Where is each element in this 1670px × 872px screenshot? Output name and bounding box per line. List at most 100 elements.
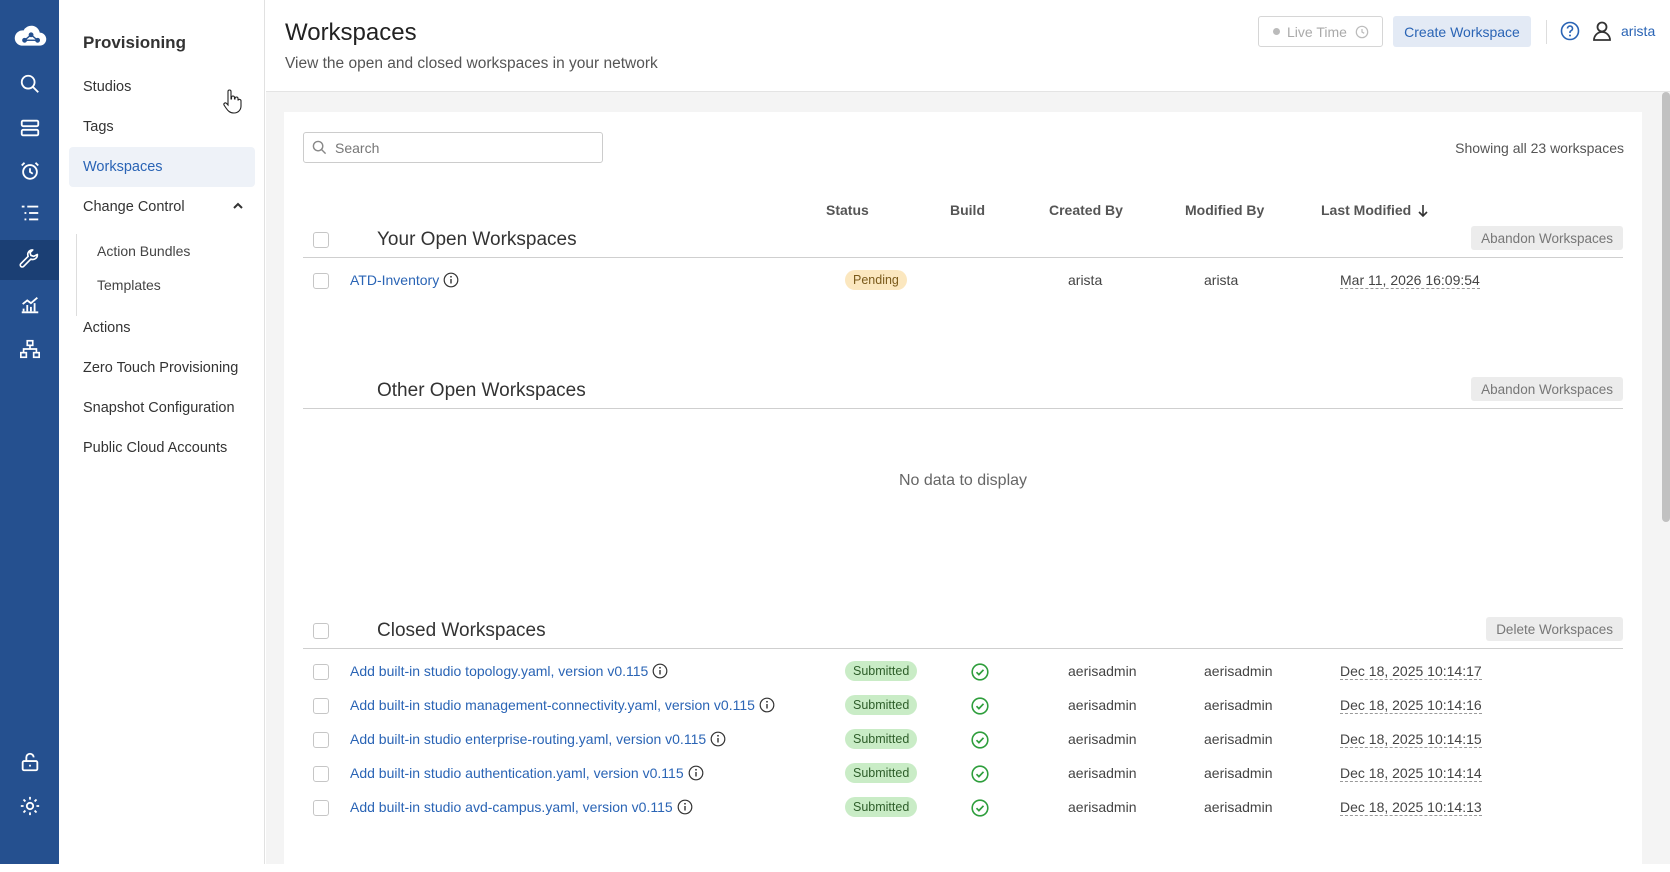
workspace-name[interactable]: Add built-in studio management-connectiv…	[350, 697, 755, 713]
workspace-name-link[interactable]: Add built-in studio avd-campus.yaml, ver…	[350, 799, 693, 815]
nav-item-templates[interactable]: Templates	[97, 277, 161, 293]
row-checkbox[interactable]	[313, 766, 329, 782]
workspace-name[interactable]: Add built-in studio authentication.yaml,…	[350, 765, 684, 781]
column-header-last-modified[interactable]: Last Modified	[1321, 202, 1429, 218]
section-closed-workspaces: Closed Workspaces Delete Workspaces	[303, 617, 1623, 649]
section-title: Your Open Workspaces	[377, 229, 577, 250]
nav-item-change-control-label: Change Control	[83, 199, 185, 215]
nav-item-snapshot-configuration[interactable]: Snapshot Configuration	[69, 388, 255, 428]
table-row[interactable]: Add built-in studio authentication.yaml,…	[303, 757, 1623, 791]
status-badge: Submitted	[845, 797, 918, 817]
column-header-build[interactable]: Build	[950, 202, 985, 218]
info-icon[interactable]	[759, 697, 775, 713]
build-success-icon	[971, 765, 989, 783]
search-input[interactable]	[333, 138, 583, 157]
build-success-icon	[971, 697, 989, 715]
info-icon[interactable]	[677, 799, 693, 815]
build-success-icon	[971, 731, 989, 749]
workspace-count: Showing all 23 workspaces	[1455, 140, 1624, 156]
nav-item-action-bundles[interactable]: Action Bundles	[97, 243, 190, 259]
nav-item-workspaces[interactable]: Workspaces	[69, 147, 255, 187]
info-icon[interactable]	[688, 765, 704, 781]
workspace-name-link[interactable]: ATD-Inventory	[350, 272, 459, 288]
delete-workspaces-button[interactable]: Delete Workspaces	[1486, 617, 1623, 641]
live-time-label: Live Time	[1287, 23, 1347, 40]
row-checkbox[interactable]	[313, 732, 329, 748]
user-icon[interactable]	[1591, 20, 1613, 42]
provisioning-nav: Provisioning Studios Tags Workspaces Cha…	[59, 0, 265, 864]
topology-icon[interactable]	[0, 329, 59, 369]
nav-item-actions[interactable]: Actions	[69, 308, 255, 348]
modified-by: aerisadmin	[1204, 799, 1273, 815]
help-icon[interactable]	[1560, 21, 1580, 41]
workspace-name-link[interactable]: Add built-in studio management-connectiv…	[350, 697, 775, 713]
last-modified: Dec 18, 2025 10:14:15	[1340, 731, 1482, 748]
nav-item-change-control[interactable]: Change Control	[69, 187, 255, 227]
row-checkbox[interactable]	[313, 698, 329, 714]
cloud-logo-icon[interactable]	[0, 17, 59, 57]
table-row[interactable]: Add built-in studio management-connectiv…	[303, 689, 1623, 723]
column-header-created-by[interactable]: Created By	[1049, 202, 1123, 218]
create-workspace-button[interactable]: Create Workspace	[1393, 16, 1531, 47]
table-row[interactable]: Add built-in studio avd-campus.yaml, ver…	[303, 791, 1623, 825]
column-header-modified-by[interactable]: Modified By	[1185, 202, 1264, 218]
search-icon	[312, 140, 327, 155]
gear-icon[interactable]	[0, 786, 59, 826]
row-checkbox[interactable]	[313, 664, 329, 680]
last-modified: Mar 11, 2026 16:09:54	[1340, 272, 1480, 289]
live-time-button[interactable]: Live Time	[1258, 16, 1383, 47]
select-all-checkbox[interactable]	[313, 232, 329, 248]
workspace-name[interactable]: ATD-Inventory	[350, 272, 439, 288]
created-by: aerisadmin	[1068, 765, 1137, 781]
workspace-name[interactable]: Add built-in studio topology.yaml, versi…	[350, 663, 648, 679]
column-header-status[interactable]: Status	[826, 202, 869, 218]
nav-title: Provisioning	[83, 33, 186, 52]
search-icon[interactable]	[0, 64, 59, 104]
workspace-name[interactable]: Add built-in studio avd-campus.yaml, ver…	[350, 799, 673, 815]
modified-by: aerisadmin	[1204, 663, 1273, 679]
table-row[interactable]: ATD-Inventory Pending arista arista Mar 11, …	[303, 264, 1623, 298]
last-modified: Dec 18, 2025 10:14:13	[1340, 799, 1482, 816]
workspace-name-link[interactable]: Add built-in studio topology.yaml, versi…	[350, 663, 668, 679]
search-box[interactable]	[303, 132, 603, 163]
workspaces-card: Showing all 23 workspaces Status Build C…	[284, 112, 1642, 872]
table-row[interactable]: Add built-in studio enterprise-routing.y…	[303, 723, 1623, 757]
user-name-link[interactable]: arista	[1621, 23, 1655, 39]
unlock-icon[interactable]	[0, 742, 59, 782]
header-divider	[1546, 20, 1547, 44]
icon-rail	[0, 0, 59, 864]
events-list-icon[interactable]	[0, 193, 59, 233]
abandon-workspaces-button[interactable]: Abandon Workspaces	[1471, 226, 1623, 250]
section-title: Closed Workspaces	[377, 620, 546, 641]
row-checkbox[interactable]	[313, 273, 329, 289]
workspace-name-link[interactable]: Add built-in studio enterprise-routing.y…	[350, 731, 726, 747]
row-checkbox[interactable]	[313, 800, 329, 816]
dashboard-chart-icon[interactable]	[0, 285, 59, 325]
wrench-icon[interactable]	[0, 240, 59, 280]
build-success-icon	[971, 799, 989, 817]
section-your-open-workspaces: Your Open Workspaces Abandon Workspaces	[303, 226, 1623, 258]
workspace-name[interactable]: Add built-in studio enterprise-routing.y…	[350, 731, 706, 747]
workspace-name-link[interactable]: Add built-in studio authentication.yaml,…	[350, 765, 704, 781]
modified-by: aerisadmin	[1204, 731, 1273, 747]
page-title: Workspaces	[285, 19, 417, 46]
empty-state-text: No data to display	[898, 472, 1028, 489]
status-badge: Submitted	[845, 729, 918, 749]
nav-item-public-cloud-accounts[interactable]: Public Cloud Accounts	[69, 428, 255, 468]
modified-by: aerisadmin	[1204, 697, 1273, 713]
abandon-workspaces-button[interactable]: Abandon Workspaces	[1471, 377, 1623, 401]
devices-icon[interactable]	[0, 108, 59, 148]
info-icon[interactable]	[443, 272, 459, 288]
info-icon[interactable]	[710, 731, 726, 747]
submenu-divider	[76, 234, 77, 316]
page-header: Workspaces View the open and closed work…	[266, 0, 1670, 92]
select-all-checkbox[interactable]	[313, 623, 329, 639]
content-area: Showing all 23 workspaces Status Build C…	[266, 92, 1670, 872]
section-other-open-workspaces: Other Open Workspaces Abandon Workspaces	[303, 377, 1623, 409]
scrollbar[interactable]	[1662, 92, 1670, 522]
build-success-icon	[971, 663, 989, 681]
nav-item-ztp[interactable]: Zero Touch Provisioning	[69, 348, 255, 388]
table-row[interactable]: Add built-in studio topology.yaml, versi…	[303, 655, 1623, 689]
alarm-icon[interactable]	[0, 151, 59, 191]
info-icon[interactable]	[652, 663, 668, 679]
